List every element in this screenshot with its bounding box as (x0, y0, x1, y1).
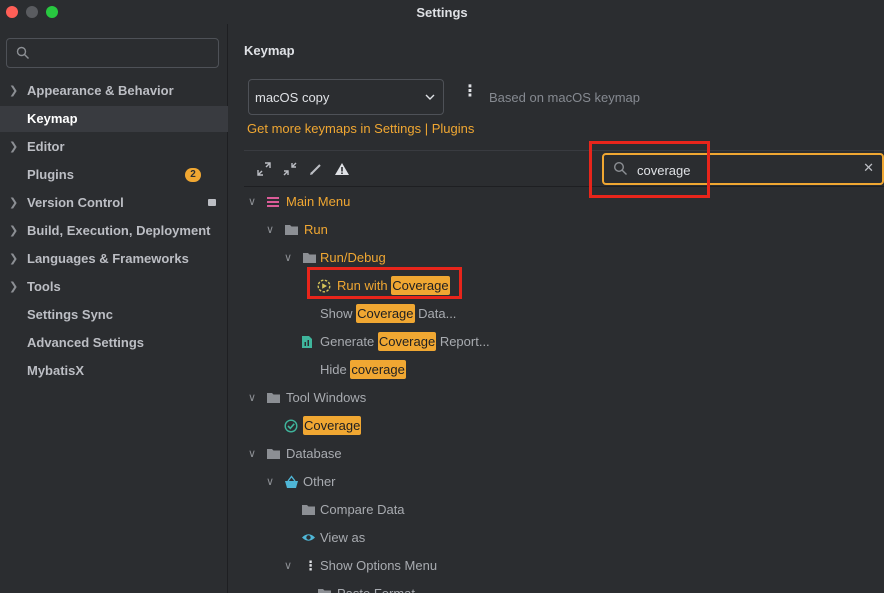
sidebar-item-label: Build, Execution, Deployment (27, 223, 211, 238)
tree-node-label: Run (304, 222, 328, 237)
plugins-update-badge: 2 (185, 168, 201, 182)
sidebar-item-label: Settings Sync (27, 307, 113, 322)
folder-icon (267, 449, 280, 459)
search-match-highlight: Coverage (377, 332, 437, 351)
folder-icon (302, 505, 315, 515)
sidebar-item-languages-frameworks[interactable]: ❯ Languages & Frameworks (0, 246, 228, 272)
based-on-label: Based on macOS keymap (489, 90, 641, 105)
chevron-right-icon: ❯ (9, 197, 19, 209)
sidebar-item-label: Languages & Frameworks (27, 251, 189, 266)
chevron-right-icon: ❯ (9, 225, 19, 237)
menu-icon (267, 197, 279, 207)
tree-node-label: Show (320, 306, 357, 321)
settings-search-input[interactable] (37, 44, 212, 62)
sidebar-item-label: MybatisX (27, 363, 85, 378)
chevron-right-icon: ❯ (9, 253, 19, 265)
tree-node-label: Tool Windows (286, 390, 367, 405)
chevron-down-icon: ∨ (248, 392, 257, 404)
tree-node-label: Compare Data (320, 502, 405, 517)
basket-icon (285, 475, 298, 488)
search-match-highlight: coverage (350, 360, 406, 379)
sidebar-item-build-execution-deployment[interactable]: ❯ Build, Execution, Deployment (0, 218, 228, 244)
sidebar-item-label: Appearance & Behavior (27, 83, 174, 98)
search-match-highlight: Coverage (391, 276, 450, 295)
tree-node-label: Hide (320, 362, 351, 377)
sidebar-item-tools[interactable]: ❯ Tools (0, 274, 228, 300)
sidebar-item-label: Advanced Settings (27, 335, 145, 350)
keymap-dropdown[interactable]: macOS copy (248, 79, 444, 115)
sidebar-item-settings-sync[interactable]: Settings Sync (0, 302, 228, 328)
sidebar-item-plugins[interactable]: Plugins 2 (0, 162, 228, 188)
chevron-down-icon: ∨ (284, 560, 293, 572)
chevron-down-icon: ∨ (266, 224, 275, 236)
search-match-highlight: Coverage (303, 416, 362, 435)
sidebar-item-label: Tools (27, 279, 61, 294)
pencil-icon[interactable] (308, 161, 324, 177)
page-title: Keymap (244, 43, 295, 58)
sidebar-item-appearance-behavior[interactable]: ❯ Appearance & Behavior (0, 78, 228, 104)
sidebar-item-advanced-settings[interactable]: Advanced Settings (0, 330, 228, 356)
keymap-panel: Keymap macOS copy ⋮ Based on macOS keyma… (229, 24, 884, 593)
tree-node-label: Run with (337, 278, 392, 293)
collapse-all-icon[interactable] (282, 161, 298, 177)
tree-node-label-suffix: Report... (436, 334, 490, 349)
settings-search-box[interactable] (6, 38, 219, 68)
tree-node-label: View as (320, 530, 366, 545)
tree-node-label: Other (303, 474, 336, 489)
chevron-right-icon: ❯ (9, 281, 19, 293)
tree-node-label: Run/Debug (320, 250, 386, 265)
expand-all-icon[interactable] (256, 161, 272, 177)
chevron-right-icon: ❯ (9, 141, 19, 153)
chevron-down-icon: ∨ (248, 196, 257, 208)
sidebar-item-label: Keymap (27, 111, 78, 126)
tree-node-label: Main Menu (286, 194, 351, 209)
folder-icon (285, 225, 298, 235)
tree-node-label: Paste Format (337, 581, 415, 593)
keymap-filter-box[interactable]: ✕ (602, 153, 884, 185)
eye-icon (302, 534, 315, 541)
keymap-dropdown-value: macOS copy (255, 90, 330, 105)
sidebar-item-label: Version Control (27, 195, 124, 210)
coverage-window-icon (284, 419, 298, 433)
folder-icon (267, 393, 280, 403)
folder-icon (318, 589, 331, 593)
tree-node-label: Generate (320, 334, 378, 349)
get-more-keymaps-link[interactable]: Get more keymaps in Settings | Plugins (247, 121, 474, 136)
keymap-filter-input[interactable] (637, 161, 837, 179)
tree-node-label: Database (286, 446, 342, 461)
run-coverage-icon (317, 279, 331, 293)
folder-icon (303, 253, 316, 263)
chevron-down-icon: ∨ (248, 448, 257, 460)
kebab-icon: ⋮ (304, 558, 317, 573)
sidebar-item-version-control[interactable]: ❯ Version Control (0, 190, 228, 216)
title-bar: Settings (0, 0, 884, 24)
sidebar-item-label: Editor (27, 139, 65, 154)
project-level-icon (208, 199, 216, 206)
tree-node-label-suffix: Data... (414, 306, 457, 321)
sidebar-item-mybatisx[interactable]: MybatisX (0, 358, 228, 384)
window-title: Settings (416, 5, 468, 20)
keymap-options-button[interactable]: ⋮ (462, 84, 478, 100)
sidebar-item-keymap[interactable]: Keymap (0, 106, 228, 132)
chevron-down-icon: ∨ (266, 476, 275, 488)
chevron-down-icon: ∨ (284, 252, 293, 264)
clear-filter-icon[interactable]: ✕ (863, 160, 874, 176)
report-file-icon (302, 336, 312, 348)
chevron-down-icon (425, 94, 435, 100)
search-icon (613, 161, 627, 175)
sidebar-item-editor[interactable]: ❯ Editor (0, 134, 228, 160)
warning-icon[interactable] (334, 161, 350, 177)
settings-sidebar: ❯ Appearance & Behavior Keymap ❯ Editor … (0, 24, 228, 593)
chevron-right-icon: ❯ (9, 85, 19, 97)
search-match-highlight: Coverage (356, 304, 415, 323)
sidebar-item-label: Plugins (27, 167, 74, 182)
tree-node-label: Show Options Menu (320, 558, 438, 573)
search-icon (16, 46, 29, 59)
